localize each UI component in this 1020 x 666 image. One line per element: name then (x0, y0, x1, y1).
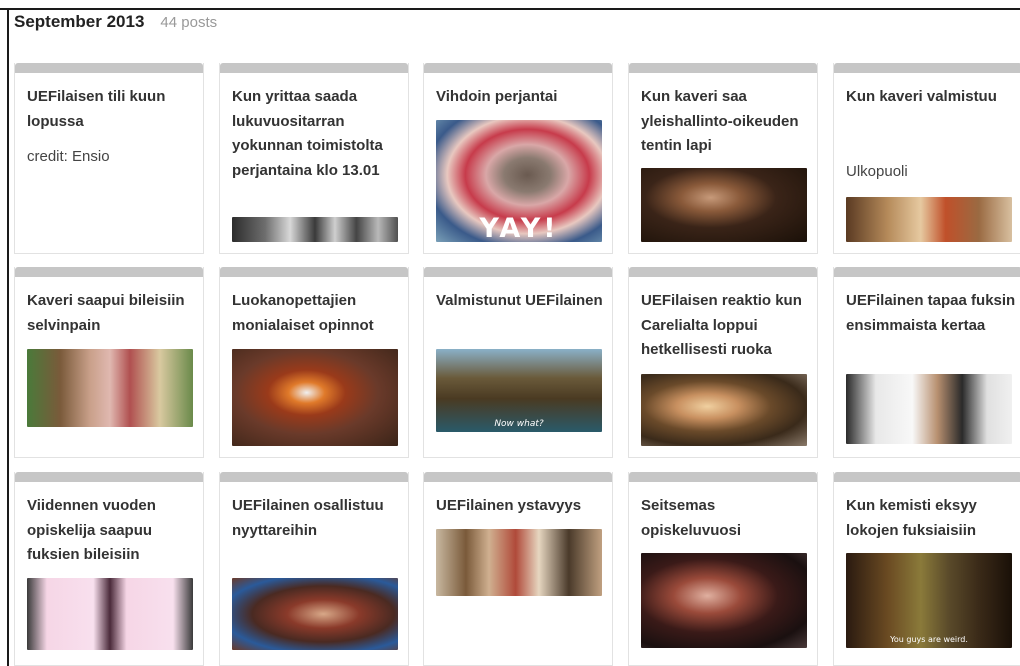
card-header-bar (424, 472, 612, 482)
post-card-11[interactable]: Viidennen vuoden opiskelija saapuu fuksi… (14, 472, 204, 666)
card-header-bar (220, 267, 408, 277)
post-card-14[interactable]: Seitsemas opiskeluvuosi (628, 472, 818, 666)
card-header-bar (424, 63, 612, 73)
post-title[interactable]: Luokanopettajien monialaiset opinnot (232, 289, 402, 338)
post-card-6[interactable]: Kaveri saapui bileisiin selvinpain (14, 267, 204, 458)
post-title[interactable]: UEFilainen tapaa fuksin ensimmaista kert… (846, 289, 1016, 338)
post-title[interactable]: UEFilaisen tili kuun lopussa (27, 85, 197, 134)
post-card-10[interactable]: UEFilainen tapaa fuksin ensimmaista kert… (833, 267, 1020, 458)
post-card-7[interactable]: Luokanopettajien monialaiset opinnot (219, 267, 409, 458)
post-title[interactable]: Kun kaveri valmistuu (846, 85, 1016, 110)
month-title[interactable]: September 2013 (14, 12, 144, 32)
gif-caption: Now what? (494, 419, 544, 429)
card-header-bar (629, 472, 817, 482)
card-header-bar (629, 267, 817, 277)
post-title[interactable]: Kun kaveri saa yleishallinto-oikeuden te… (641, 85, 811, 159)
post-title[interactable]: UEFilainen ystavyys (436, 494, 606, 519)
post-thumbnail[interactable] (641, 553, 807, 648)
post-thumbnail[interactable] (232, 217, 398, 242)
post-subtitle: Ulkopuoli (846, 163, 908, 180)
post-thumbnail[interactable]: You guys are weird. (846, 553, 1012, 648)
post-title[interactable]: UEFilaisen reaktio kun Carelialta loppui… (641, 289, 811, 363)
frame-left-border (7, 8, 9, 666)
post-thumbnail[interactable]: YAY! (436, 120, 602, 242)
post-thumbnail[interactable] (27, 578, 193, 650)
post-title[interactable]: Kun kemisti eksyy lokojen fuksiaisiin (846, 494, 1016, 543)
card-header-bar (834, 472, 1020, 482)
post-title[interactable]: Valmistunut UEFilainen (436, 289, 606, 314)
post-thumbnail[interactable] (846, 374, 1012, 444)
gif-caption: YAY! (479, 213, 559, 242)
post-title[interactable]: Kun yrittaa saada lukuvuositarran yokunn… (232, 85, 402, 183)
card-header-bar (15, 472, 203, 482)
card-header-bar (424, 267, 612, 277)
card-header-bar (15, 63, 203, 73)
post-title[interactable]: Kaveri saapui bileisiin selvinpain (27, 289, 197, 338)
card-header-bar (220, 472, 408, 482)
card-header-bar (220, 63, 408, 73)
post-card-15[interactable]: Kun kemisti eksyy lokojen fuksiaisiin Yo… (833, 472, 1020, 666)
post-card-5[interactable]: Kun kaveri valmistuu Ulkopuoli (833, 63, 1020, 254)
post-thumbnail[interactable] (232, 578, 398, 650)
post-card-4[interactable]: Kun kaveri saa yleishallinto-oikeuden te… (628, 63, 818, 254)
post-card-1[interactable]: UEFilaisen tili kuun lopussa credit: Ens… (14, 63, 204, 254)
post-thumbnail[interactable]: Now what? (436, 349, 602, 432)
post-title[interactable]: Seitsemas opiskeluvuosi (641, 494, 811, 543)
post-card-9[interactable]: UEFilaisen reaktio kun Carelialta loppui… (628, 267, 818, 458)
card-header-bar (834, 63, 1020, 73)
post-thumbnail[interactable] (232, 349, 398, 446)
post-thumbnail[interactable] (436, 529, 602, 596)
card-header-bar (15, 267, 203, 277)
post-card-13[interactable]: UEFilainen ystavyys (423, 472, 613, 666)
archive-header: September 2013 44 posts (14, 12, 217, 36)
post-card-12[interactable]: UEFilainen osallistuu nyyttareihin (219, 472, 409, 666)
post-thumbnail[interactable] (27, 349, 193, 427)
post-title[interactable]: Vihdoin perjantai (436, 85, 606, 110)
post-title[interactable]: Viidennen vuoden opiskelija saapuu fuksi… (27, 494, 197, 568)
post-thumbnail[interactable] (641, 374, 807, 446)
card-header-bar (629, 63, 817, 73)
gif-caption: You guys are weird. (890, 635, 968, 644)
post-title[interactable]: UEFilainen osallistuu nyyttareihin (232, 494, 402, 543)
post-thumbnail[interactable] (846, 197, 1012, 242)
post-credit: credit: Ensio (27, 148, 110, 165)
card-header-bar (834, 267, 1020, 277)
post-card-8[interactable]: Valmistunut UEFilainen Now what? (423, 267, 613, 458)
post-count: 44 posts (160, 14, 218, 31)
frame-top-border (0, 8, 1020, 10)
post-card-2[interactable]: Kun yrittaa saada lukuvuositarran yokunn… (219, 63, 409, 254)
post-card-3[interactable]: Vihdoin perjantai YAY! (423, 63, 613, 254)
post-thumbnail[interactable] (641, 168, 807, 242)
